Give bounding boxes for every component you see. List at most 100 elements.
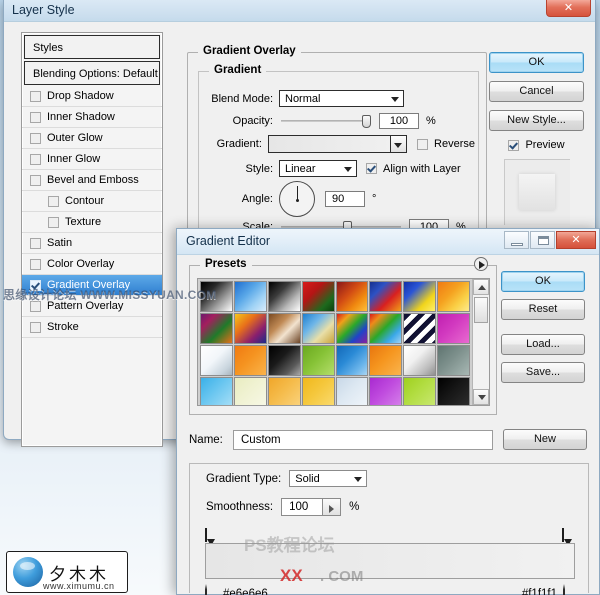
scrollbar-thumb[interactable] bbox=[474, 297, 488, 323]
maximize-button[interactable] bbox=[530, 231, 555, 249]
preset-swatch[interactable] bbox=[403, 281, 437, 312]
preset-swatch-grid[interactable] bbox=[198, 279, 472, 405]
preset-swatch[interactable] bbox=[267, 281, 301, 312]
preset-swatch[interactable] bbox=[233, 281, 267, 312]
gradient-editor-title: Gradient Editor bbox=[186, 234, 271, 248]
preset-swatch[interactable] bbox=[200, 313, 233, 344]
ge-ok-button[interactable]: OK bbox=[501, 271, 585, 292]
sidebar-item-pattern-overlay[interactable]: Pattern Overlay bbox=[22, 296, 162, 317]
preset-swatch[interactable] bbox=[403, 345, 437, 376]
scroll-up-icon[interactable] bbox=[473, 279, 489, 295]
preview-checkbox[interactable] bbox=[508, 139, 520, 151]
sidebar-item-satin[interactable]: Satin bbox=[22, 233, 162, 254]
preset-swatch[interactable] bbox=[233, 377, 267, 405]
blending-options-item[interactable]: Blending Options: Default bbox=[24, 61, 160, 85]
preset-swatch[interactable] bbox=[335, 345, 369, 376]
bevel-and-emboss-checkbox[interactable] bbox=[30, 174, 41, 186]
style-select[interactable]: Linear bbox=[279, 160, 357, 177]
preset-swatch[interactable] bbox=[437, 345, 470, 376]
preset-swatch[interactable] bbox=[369, 281, 403, 312]
gradient-overlay-checkbox[interactable] bbox=[30, 279, 41, 291]
preset-swatch[interactable] bbox=[335, 377, 369, 405]
preset-swatch[interactable] bbox=[267, 345, 301, 376]
inner-shadow-checkbox[interactable] bbox=[30, 111, 41, 123]
preset-swatch[interactable] bbox=[335, 281, 369, 312]
chevron-down-icon bbox=[391, 97, 399, 102]
gradient-type-select[interactable]: Solid bbox=[289, 470, 368, 487]
ok-button[interactable]: OK bbox=[489, 52, 584, 73]
opacity-input[interactable]: 100 bbox=[379, 113, 419, 129]
blend-mode-row: Blend Mode: Normal bbox=[203, 90, 473, 107]
preset-swatch[interactable] bbox=[369, 377, 403, 405]
sidebar-item-contour[interactable]: Contour bbox=[22, 191, 162, 212]
sidebar-item-gradient-overlay[interactable]: Gradient Overlay bbox=[22, 275, 162, 296]
sidebar-item-color-overlay[interactable]: Color Overlay bbox=[22, 254, 162, 275]
preset-swatch[interactable] bbox=[267, 377, 301, 405]
angle-input[interactable]: 90 bbox=[325, 191, 365, 207]
outer-glow-checkbox[interactable] bbox=[30, 132, 41, 144]
smoothness-input[interactable]: 100 bbox=[281, 498, 342, 516]
preset-swatch[interactable] bbox=[335, 313, 369, 344]
preset-swatch[interactable] bbox=[200, 281, 233, 312]
ge-load-button[interactable]: Load... bbox=[501, 334, 585, 355]
opacity-slider[interactable] bbox=[281, 114, 371, 128]
gradient-strip[interactable] bbox=[205, 543, 575, 579]
preset-swatch[interactable] bbox=[301, 345, 335, 376]
new-button[interactable]: New bbox=[503, 429, 587, 450]
preset-swatch[interactable] bbox=[301, 313, 335, 344]
preset-swatch[interactable] bbox=[437, 377, 470, 405]
contour-checkbox[interactable] bbox=[48, 195, 59, 207]
cancel-button[interactable]: Cancel bbox=[489, 81, 584, 102]
minimize-button[interactable] bbox=[504, 231, 529, 249]
blend-mode-select[interactable]: Normal bbox=[279, 90, 404, 107]
preset-swatch[interactable] bbox=[369, 313, 403, 344]
styles-list-header[interactable]: Styles bbox=[24, 35, 160, 59]
preset-swatch[interactable] bbox=[437, 281, 470, 312]
color-stop-left[interactable] bbox=[205, 584, 217, 595]
align-with-layer-checkbox[interactable] bbox=[366, 163, 377, 174]
stroke-checkbox[interactable] bbox=[30, 321, 41, 333]
sidebar-item-stroke[interactable]: Stroke bbox=[22, 317, 162, 338]
satin-checkbox[interactable] bbox=[30, 237, 41, 249]
drop-shadow-checkbox[interactable] bbox=[30, 90, 41, 102]
presets-scrollbar[interactable] bbox=[472, 279, 489, 405]
scroll-down-icon[interactable] bbox=[473, 389, 489, 405]
smoothness-stepper-icon[interactable] bbox=[322, 499, 341, 515]
sidebar-item-drop-shadow[interactable]: Drop Shadow bbox=[22, 86, 162, 107]
sidebar-item-texture[interactable]: Texture bbox=[22, 212, 162, 233]
color-overlay-checkbox[interactable] bbox=[30, 258, 41, 270]
inner-glow-checkbox[interactable] bbox=[30, 153, 41, 165]
pattern-overlay-checkbox[interactable] bbox=[30, 300, 41, 312]
layer-style-close-button[interactable]: ✕ bbox=[546, 0, 591, 17]
layer-style-titlebar[interactable]: Layer Style ✕ bbox=[4, 0, 595, 22]
preset-swatch[interactable] bbox=[233, 313, 267, 344]
presets-menu-icon[interactable] bbox=[474, 257, 488, 271]
opacity-slider-thumb[interactable] bbox=[362, 115, 371, 128]
texture-checkbox[interactable] bbox=[48, 216, 59, 228]
name-input[interactable]: Custom bbox=[233, 429, 493, 450]
sidebar-item-outer-glow[interactable]: Outer Glow bbox=[22, 128, 162, 149]
preset-swatch[interactable] bbox=[369, 345, 403, 376]
preset-swatch[interactable] bbox=[437, 313, 470, 344]
angle-dial[interactable] bbox=[279, 181, 315, 217]
preset-swatch[interactable] bbox=[301, 281, 335, 312]
new-style-button[interactable]: New Style... bbox=[489, 110, 584, 131]
ge-reset-button[interactable]: Reset bbox=[501, 299, 585, 320]
color-stop-right[interactable] bbox=[563, 584, 575, 595]
preset-swatch[interactable] bbox=[403, 377, 437, 405]
ge-save-button[interactable]: Save... bbox=[501, 362, 585, 383]
sidebar-item-bevel-and-emboss[interactable]: Bevel and Emboss bbox=[22, 170, 162, 191]
gradient-picker[interactable] bbox=[267, 135, 408, 153]
preset-swatch[interactable] bbox=[267, 313, 301, 344]
sidebar-item-inner-glow[interactable]: Inner Glow bbox=[22, 149, 162, 170]
sidebar-item-inner-shadow[interactable]: Inner Shadow bbox=[22, 107, 162, 128]
close-button[interactable]: ✕ bbox=[556, 231, 596, 249]
preset-swatch[interactable] bbox=[403, 313, 437, 344]
preset-swatch[interactable] bbox=[200, 377, 233, 405]
preset-swatch[interactable] bbox=[200, 345, 233, 376]
gradient-editor-titlebar[interactable]: Gradient Editor ✕ bbox=[177, 229, 599, 255]
gradient-strip-area: #e6e6e6 #f1f1f1 bbox=[205, 528, 575, 595]
preset-swatch[interactable] bbox=[301, 377, 335, 405]
preset-swatch[interactable] bbox=[233, 345, 267, 376]
reverse-checkbox[interactable] bbox=[417, 138, 429, 150]
